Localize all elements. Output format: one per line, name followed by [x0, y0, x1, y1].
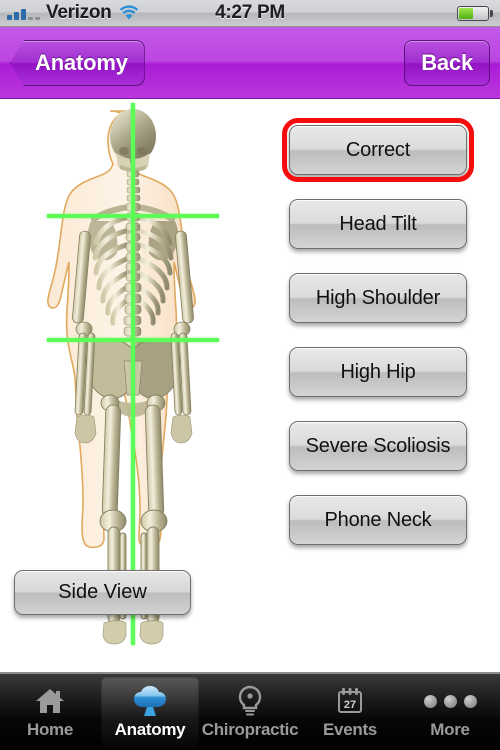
option-button-phone-neck[interactable]: Phone Neck — [289, 495, 467, 545]
back-button-label: Back — [421, 50, 473, 75]
tab-more-label: More — [430, 720, 470, 739]
back-button[interactable]: Back — [404, 40, 490, 86]
tab-anatomy[interactable]: Anatomy — [101, 676, 199, 748]
option-button-label: High Shoulder — [315, 286, 441, 309]
battery-icon — [457, 5, 493, 21]
tab-chiropractic[interactable]: Chiropractic — [201, 676, 299, 748]
navigation-bar: Anatomy Back — [0, 27, 500, 99]
carrier-label: Verizon — [46, 2, 112, 23]
anatomy-viewer[interactable]: Side View — [0, 100, 270, 672]
lightbulb-icon — [233, 684, 267, 718]
tab-events[interactable]: 27 Events — [301, 676, 399, 748]
vertical-plumb-line — [131, 103, 135, 645]
calendar-day-number: 27 — [344, 699, 356, 711]
wifi-icon — [120, 5, 139, 20]
side-view-button-label: Side View — [58, 581, 147, 603]
body-outline — [47, 110, 196, 549]
tab-anatomy-label: Anatomy — [114, 720, 186, 739]
posture-option-list: Correct Head Tilt High Shoulder High Hip… — [282, 118, 474, 569]
home-icon — [33, 684, 67, 718]
tab-home[interactable]: Home — [1, 676, 99, 748]
signal-strength-icon — [7, 6, 40, 20]
tree-icon — [133, 684, 167, 718]
option-button-label: High Hip — [340, 360, 416, 383]
option-button-label: Correct — [345, 138, 411, 161]
hip-level-line — [47, 338, 219, 342]
shoulder-level-line — [47, 214, 219, 218]
tab-bar: Home Anatomy Chiropractic 27 Events More — [0, 672, 500, 750]
content-area: Side View Correct Head Tilt High Shoulde… — [0, 100, 500, 672]
tab-home-label: Home — [26, 720, 74, 739]
tab-more[interactable]: More — [401, 676, 499, 748]
back-button-anatomy-label: Anatomy — [35, 50, 128, 75]
option-button-head-tilt[interactable]: Head Tilt — [289, 199, 467, 249]
side-view-button[interactable]: Side View — [14, 570, 191, 615]
tab-chiropractic-label: Chiropractic — [201, 720, 299, 739]
app-screen: Verizon 4:27 PM Anatomy Back Side View C… — [0, 0, 500, 750]
option-button-label: Head Tilt — [339, 212, 417, 235]
option-button-correct[interactable]: Correct — [282, 118, 474, 182]
calendar-icon: 27 — [333, 684, 367, 718]
option-button-severe-scoliosis[interactable]: Severe Scoliosis — [289, 421, 467, 471]
option-button-high-shoulder[interactable]: High Shoulder — [289, 273, 467, 323]
status-bar: Verizon 4:27 PM — [0, 0, 500, 27]
back-button-anatomy[interactable]: Anatomy — [10, 40, 145, 86]
more-dots-icon — [423, 684, 477, 718]
option-button-label: Phone Neck — [324, 508, 432, 531]
option-button-label: Severe Scoliosis — [305, 434, 451, 457]
tab-events-label: Events — [323, 720, 377, 739]
option-button-high-hip[interactable]: High Hip — [289, 347, 467, 397]
